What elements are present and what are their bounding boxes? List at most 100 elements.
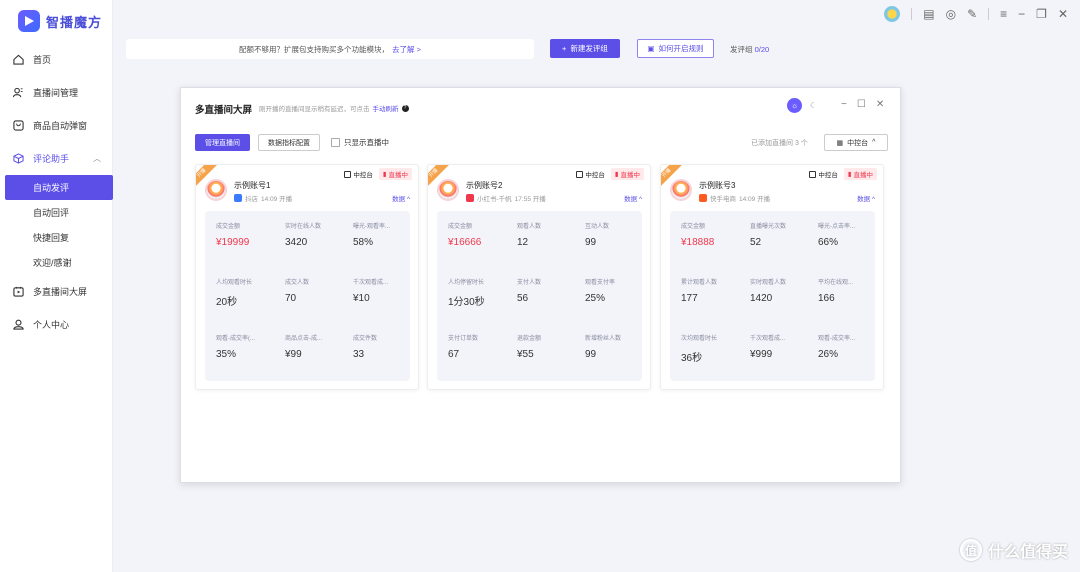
control-panel-link[interactable]: 中控台 (576, 169, 605, 179)
control-select-label: 中控台 (847, 139, 869, 147)
control-panel-link[interactable]: 中控台 (344, 169, 373, 179)
control-panel-link[interactable]: 中控台 (809, 169, 838, 179)
manage-rooms-button[interactable]: 管理直播间 (195, 134, 250, 151)
account-name: 示例账号3 (699, 181, 736, 190)
metric-value: 33 (353, 349, 365, 360)
close-icon[interactable]: ✕ (1058, 7, 1068, 21)
restore-icon[interactable]: ❐ (1036, 7, 1047, 21)
note-icon[interactable]: ✎ (967, 7, 977, 21)
sidebar-item-multi-screen[interactable]: 多直播间大屏 (0, 275, 113, 308)
only-live-label: 只显示直播中 (344, 138, 389, 147)
learn-more-link[interactable]: 去了解 > (392, 44, 421, 55)
menu-icon[interactable]: ≡ (1000, 7, 1007, 21)
sidebar-subitem-welcome[interactable]: 欢迎/感谢 (0, 250, 113, 275)
sidebar-item-comment-assistant[interactable]: 评论助手 ︿ (0, 142, 113, 175)
sidebar-item-profile[interactable]: 个人中心 (0, 308, 113, 341)
data-collapse-toggle[interactable]: 数据 ^ (624, 193, 642, 203)
dark-mode-icon[interactable]: ☾ (806, 98, 821, 113)
metric-item: 成交金额 ¥19999 (216, 221, 278, 248)
sidebar-item-home[interactable]: 首页 (0, 43, 113, 76)
metric-item: 成交金额 ¥16666 (448, 221, 510, 248)
user-avatar[interactable] (884, 6, 901, 22)
help-icon[interactable]: ? (401, 104, 409, 112)
start-time: 17:55 开播 (514, 196, 546, 203)
how-rules-button[interactable]: ▣ 如何开启规则 (637, 39, 714, 58)
metric-label: 人均观看时长 (216, 280, 253, 286)
metric-item: 观看支付率 25% (585, 277, 647, 304)
metric-label: 退款金额 (681, 389, 743, 390)
metric-item: 观看-成交率... 26% (818, 333, 880, 360)
checkbox-box[interactable] (331, 138, 340, 147)
sidebar-subitem-quick-reply[interactable]: 快捷回复 (0, 225, 113, 250)
sidebar: 智播魔方 首页 直播间管理 商品自动弹窗 评论助手 ︿ 自动发评 自动回评 快捷… (0, 0, 113, 572)
control-panel-select[interactable]: ▦ 中控台 ^ (824, 134, 888, 151)
metric-label: 支付人数 (517, 280, 542, 286)
new-group-button[interactable]: + 新建发评组 (550, 39, 620, 58)
metric-value: ¥16666 (448, 237, 482, 248)
headset-icon[interactable]: ◎ (946, 7, 956, 21)
maximize-icon[interactable]: ☐ (857, 99, 866, 110)
metric-label: 成交金额 (448, 224, 473, 230)
metric-config-button[interactable]: 数据指标配置 (258, 134, 320, 151)
metric-item: 千次观看成... ¥999 (750, 333, 812, 360)
manual-refresh-link[interactable]: 手动刷新 (373, 103, 399, 113)
close-icon[interactable]: ✕ (876, 99, 884, 110)
metric-value: 166 (818, 293, 835, 304)
sidebar-subitem-auto-comment[interactable]: 自动发评 (5, 175, 113, 200)
control-panel-icon: ▦ (836, 139, 844, 147)
metrics-panel: 成交金额 ¥16666 观看人数 12 互动人数 99 人均停留时长 1分30秒 支付人数 56 观… (437, 211, 642, 381)
metric-value: 26% (818, 349, 839, 360)
metric-label: 平均在线观... (818, 280, 854, 286)
metric-label: 退款金额 (517, 336, 542, 342)
app-logo[interactable]: 智播魔方 (18, 10, 102, 32)
account-avatar (205, 179, 227, 201)
metric-item: 支付订单数 67 (448, 333, 510, 360)
metric-label: 实时在线人数 (285, 224, 322, 230)
clipboard-icon[interactable]: ▤ (923, 7, 934, 21)
live-label: 直播中 (620, 172, 641, 179)
start-time: 14:09 开播 (739, 196, 771, 203)
metric-value: ¥55 (517, 349, 534, 360)
bar-chart-icon: ▮ (614, 171, 619, 178)
minimize-icon[interactable]: − (1018, 7, 1025, 21)
only-live-checkbox[interactable]: 只显示直播中 (331, 137, 389, 148)
sidebar-subitem-auto-reply[interactable]: 自动回评 (0, 200, 113, 225)
live-room-card: 开播 中控台 ▮ 直播中 示例账号1 抖店 14:09 开播 数据 ^ 成交金额 ¥19999 实时… (195, 164, 419, 390)
metric-item: 平均在线观... 166 (818, 277, 880, 304)
quota-notice: 配额不够用？扩展包支持购买多个功能模块， 去了解 > (126, 39, 534, 59)
metric-value: 67 (448, 349, 460, 360)
bar-chart-icon: ▮ (382, 171, 387, 178)
metric-item: 累计观看人数 177 (681, 277, 743, 304)
account-avatar (437, 179, 459, 201)
metric-value: 1分30秒 (448, 297, 485, 308)
sidebar-item-label: 个人中心 (33, 320, 70, 330)
metric-value: 52 (750, 237, 762, 248)
metric-label: 互动人数 (585, 224, 610, 230)
metric-value: ¥999 (750, 349, 773, 360)
metric-value: ¥18888 (681, 237, 715, 248)
metric-item: 观看-成交率(... 35% (216, 333, 278, 360)
group-count-label: 发评组 (730, 45, 753, 54)
light-mode-icon[interactable]: ☼ (787, 98, 802, 113)
data-collapse-toggle[interactable]: 数据 ^ (857, 193, 875, 203)
account-avatar (670, 179, 692, 201)
dialog-window-controls: − ☐ ✕ (841, 99, 884, 110)
group-count-value: 0/20 (754, 45, 770, 54)
metric-label: 成交件数 (353, 336, 378, 342)
minimize-icon[interactable]: − (841, 99, 847, 110)
metric-value: 12 (517, 237, 529, 248)
live-room-card: 开播 中控台 ▮ 直播中 示例账号3 快手电商 14:09 开播 数据 ^ 成交金额 ¥18888… (660, 164, 884, 390)
metric-label: 人均停留时长 (448, 280, 485, 286)
bar-chart-icon: ▮ (847, 171, 852, 178)
metric-label: 成交金额 (216, 224, 241, 230)
sidebar-item-live-room[interactable]: 直播间管理 (0, 76, 113, 109)
metric-label: 次均观看时长 (681, 336, 718, 342)
metric-item: 支付人数 56 (517, 277, 579, 304)
added-count: 已添加直播间 3 个 (751, 140, 808, 147)
metric-value: ¥99 (285, 349, 302, 360)
live-status-badge: ▮ 直播中 (843, 168, 877, 180)
data-collapse-toggle[interactable]: 数据 ^ (392, 193, 410, 203)
live-status-badge: ▮ 直播中 (610, 168, 644, 180)
platform-name: 抖店 (245, 196, 258, 203)
sidebar-item-product-popup[interactable]: 商品自动弹窗 (0, 109, 113, 142)
